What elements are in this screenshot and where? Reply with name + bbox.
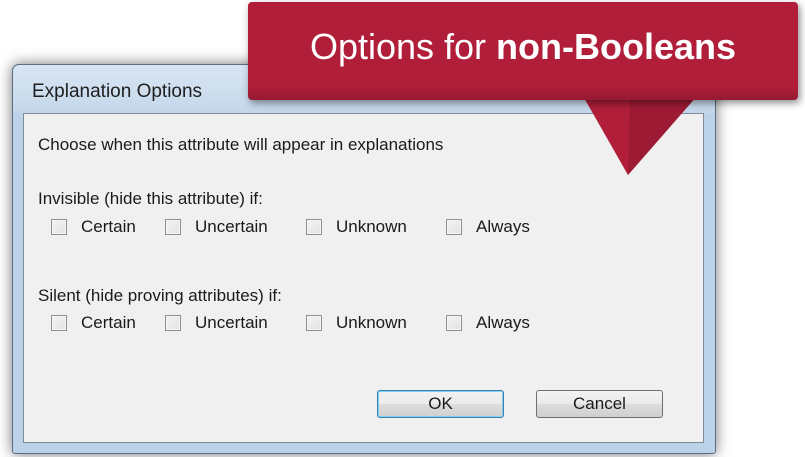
- intro-text: Choose when this attribute will appear i…: [38, 135, 444, 154]
- checkbox-label: Always: [476, 313, 530, 332]
- callout-prefix: Options for: [309, 26, 487, 67]
- ok-button[interactable]: OK: [377, 390, 504, 418]
- invisible-unknown-checkbox[interactable]: Unknown: [306, 217, 407, 237]
- checkbox-box[interactable]: [446, 219, 462, 235]
- silent-always-checkbox[interactable]: Always: [446, 313, 530, 333]
- silent-certain-checkbox[interactable]: Certain: [51, 313, 136, 333]
- invisible-certain-checkbox[interactable]: Certain: [51, 217, 136, 237]
- dialog-title: Explanation Options: [32, 81, 203, 102]
- checkbox-label: Unknown: [336, 313, 407, 332]
- checkbox-label: Uncertain: [195, 217, 268, 236]
- checkbox-box[interactable]: [165, 219, 181, 235]
- cancel-button[interactable]: Cancel: [536, 390, 663, 418]
- checkbox-box[interactable]: [446, 315, 462, 331]
- silent-unknown-checkbox[interactable]: Unknown: [306, 313, 407, 333]
- checkbox-box[interactable]: [306, 219, 322, 235]
- checkbox-box[interactable]: [306, 315, 322, 331]
- checkbox-label: Always: [476, 217, 530, 236]
- explanation-options-dialog: Explanation Options Choose when this att…: [12, 64, 716, 454]
- invisible-always-checkbox[interactable]: Always: [446, 217, 530, 237]
- checkbox-box[interactable]: [165, 315, 181, 331]
- checkbox-box[interactable]: [51, 219, 67, 235]
- invisible-label: Invisible (hide this attribute) if:: [38, 189, 263, 208]
- silent-uncertain-checkbox[interactable]: Uncertain: [165, 313, 268, 333]
- invisible-uncertain-checkbox[interactable]: Uncertain: [165, 217, 268, 237]
- callout-bottom-shade: [248, 86, 798, 100]
- checkbox-label: Certain: [81, 217, 136, 236]
- checkbox-label: Uncertain: [195, 313, 268, 332]
- checkbox-label: Certain: [81, 313, 136, 332]
- callout-emphasis: non-Booleans: [496, 26, 737, 67]
- silent-label: Silent (hide proving attributes) if:: [38, 286, 282, 305]
- checkbox-label: Unknown: [336, 217, 407, 236]
- checkbox-box[interactable]: [51, 315, 67, 331]
- callout-text: Options for non-Booleans: [248, 26, 798, 68]
- dialog-body: Choose when this attribute will appear i…: [23, 113, 704, 443]
